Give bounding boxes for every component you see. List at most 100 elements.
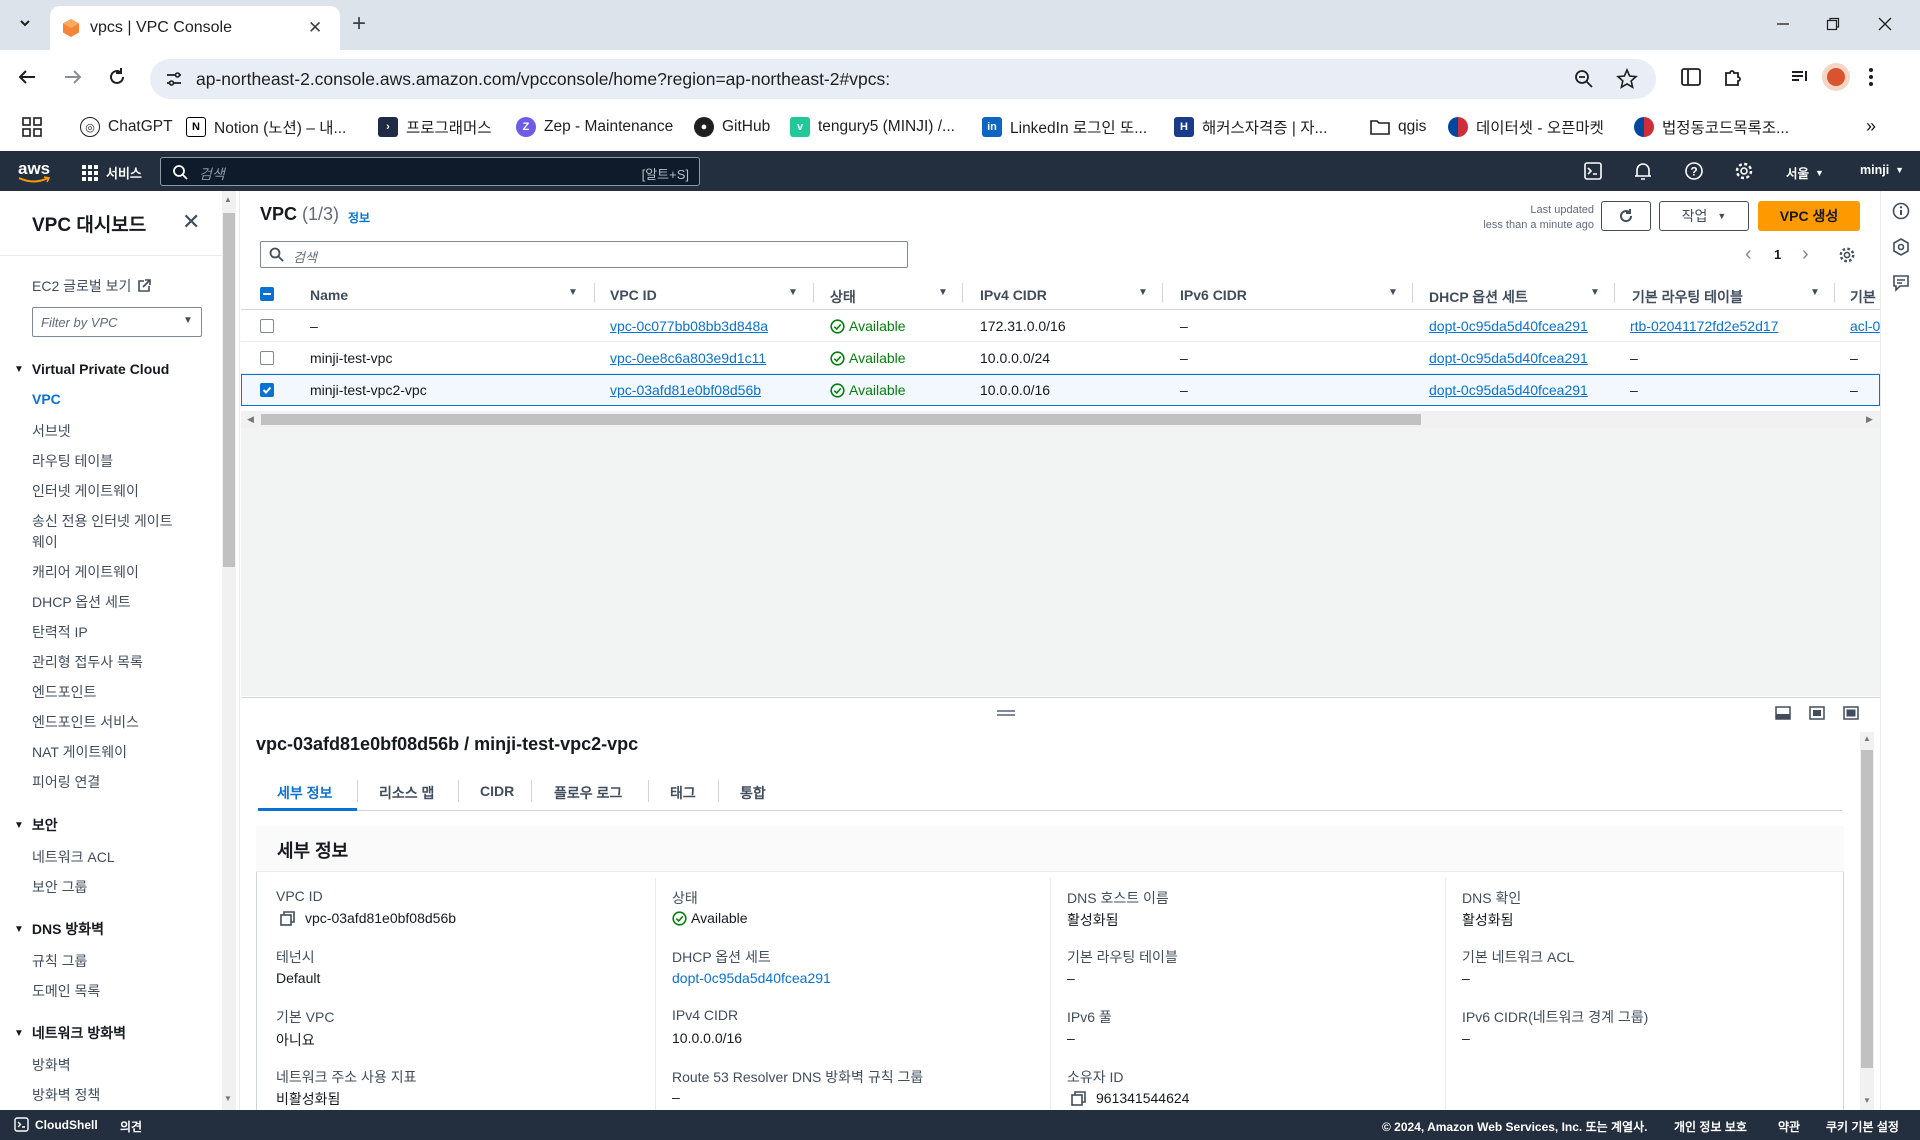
info-panel-icon[interactable]	[1892, 202, 1910, 220]
forward-button[interactable]	[62, 66, 84, 88]
row-checkbox[interactable]	[260, 319, 274, 333]
sidebar-item-carrier-gateways[interactable]: 캐리어 게이트웨이	[32, 562, 139, 582]
back-button[interactable]	[16, 66, 38, 88]
zoom-icon[interactable]	[1574, 69, 1594, 89]
prev-page-icon[interactable]: ‹	[1745, 243, 1752, 266]
sidebar-item-firewalls[interactable]: 방화벽	[32, 1055, 71, 1075]
sidebar-item-vpc[interactable]: VPC	[32, 391, 61, 407]
sidebar-item-dhcp-option-sets[interactable]: DHCP 옵션 세트	[32, 592, 131, 612]
scrollbar-thumb[interactable]	[223, 213, 235, 567]
column-header-state[interactable]: 상태	[830, 287, 856, 307]
sidebar-title[interactable]: VPC 대시보드	[32, 210, 146, 237]
privacy-link[interactable]: 개인 정보 보호	[1674, 1118, 1747, 1135]
scrollbar-thumb[interactable]	[1861, 750, 1873, 1068]
scrollbar-thumb[interactable]	[261, 414, 1421, 425]
settings-button[interactable]	[1734, 161, 1754, 181]
tab-cidrs[interactable]: CIDR	[480, 783, 514, 799]
panel-close-icon[interactable]	[1843, 706, 1859, 720]
aws-logo[interactable]: aws	[18, 159, 50, 184]
browser-tab-active[interactable]: vpcs | VPC Console ✕	[50, 6, 340, 50]
detail-scrollbar[interactable]: ▲ ▼	[1860, 732, 1874, 1110]
bookmark-velog[interactable]: v tengury5 (MINJI) /...	[790, 116, 955, 138]
row-checkbox-checked[interactable]	[260, 383, 274, 397]
row-checkbox[interactable]	[260, 351, 274, 365]
column-header-main-route-table[interactable]: 기본 라우팅 테이블	[1632, 287, 1743, 307]
sidebar-item-egress-only-igw-wrap[interactable]: 웨이	[32, 532, 58, 552]
tab-details[interactable]: 세부 정보	[277, 783, 332, 803]
sidebar-item-prefix-lists[interactable]: 관리형 접두사 목록	[32, 652, 143, 672]
profile-avatar[interactable]	[1822, 63, 1850, 91]
bookmark-star-icon[interactable]	[1616, 68, 1638, 90]
address-bar[interactable]: ap-northeast-2.console.aws.amazon.com/vp…	[150, 59, 1656, 99]
sidebar-item-peering[interactable]: 피어링 연결	[32, 772, 100, 792]
tab-integrations[interactable]: 통합	[740, 783, 766, 803]
services-menu[interactable]: 서비스	[82, 163, 142, 182]
tab-search-button[interactable]	[12, 10, 38, 36]
sidebar-item-internet-gateways[interactable]: 인터넷 게이트웨이	[32, 481, 139, 501]
panel-position-bottom-icon[interactable]	[1775, 706, 1791, 720]
cell-route-table-link[interactable]: rtb-02041172fd2e52d17	[1630, 318, 1778, 334]
bookmark-linkedin[interactable]: in LinkedIn 로그인 또...	[982, 116, 1147, 138]
close-icon[interactable]: ✕	[182, 209, 200, 235]
copy-icon[interactable]	[1071, 1090, 1086, 1106]
ec2-global-view-link[interactable]: EC2 글로벌 보기	[32, 276, 152, 296]
minimize-button[interactable]	[1760, 8, 1806, 40]
bookmark-hackers[interactable]: H 해커스자격증 | 자...	[1174, 116, 1327, 138]
column-header-ipv4-cidr[interactable]: IPv4 CIDR	[980, 287, 1047, 303]
section-dns-firewall[interactable]: ▼ DNS 방화벽	[14, 919, 104, 939]
scroll-up-icon[interactable]: ▲	[1863, 734, 1871, 743]
cell-vpc-id-link[interactable]: vpc-0ee8c6a803e9d1c11	[610, 350, 766, 366]
vpc-filter-select[interactable]: Filter by VPC ▼	[32, 307, 202, 337]
cookie-preferences-link[interactable]: 쿠키 기본 설정	[1826, 1118, 1899, 1135]
scroll-down-icon[interactable]: ▼	[1863, 1096, 1871, 1105]
bookmark-programmers[interactable]: › 프로그래머스	[378, 116, 492, 138]
browser-menu-button[interactable]	[1868, 66, 1874, 88]
cell-vpc-id-link[interactable]: vpc-0c077bb08bb3d848a	[610, 318, 768, 334]
info-link[interactable]: 정보	[348, 209, 370, 226]
sidebar-item-elastic-ips[interactable]: 탄력적 IP	[32, 622, 88, 642]
account-menu[interactable]: minji ▼	[1860, 163, 1904, 177]
bookmark-legal-code[interactable]: 법정동코드목록조...	[1634, 116, 1789, 138]
table-horizontal-scrollbar[interactable]: ◀ ▶	[241, 411, 1880, 428]
media-control-button[interactable]	[1790, 67, 1810, 87]
table-preferences-button[interactable]	[1838, 246, 1856, 264]
tab-resource-map[interactable]: 리소스 맵	[379, 783, 434, 803]
restore-button[interactable]	[1810, 8, 1856, 40]
notifications-button[interactable]	[1634, 161, 1652, 181]
reading-list-button[interactable]	[1680, 66, 1702, 88]
sidebar-item-endpoint-services[interactable]: 엔드포인트 서비스	[32, 712, 139, 732]
copy-icon[interactable]	[280, 910, 295, 926]
cloudshell-button[interactable]	[1584, 162, 1602, 180]
sidebar-item-endpoints[interactable]: 엔드포인트	[32, 682, 96, 702]
panel-position-side-icon[interactable]	[1809, 706, 1825, 720]
scroll-left-icon[interactable]: ◀	[247, 414, 254, 425]
close-window-button[interactable]	[1862, 8, 1908, 40]
bookmark-github[interactable]: ● GitHub	[694, 116, 770, 138]
sort-icon[interactable]: ▼	[938, 287, 948, 298]
new-tab-button[interactable]: +	[352, 10, 366, 38]
apps-grid-icon[interactable]	[22, 117, 42, 137]
column-header-dhcp[interactable]: DHCP 옵션 세트	[1429, 287, 1528, 307]
column-header-main-acl[interactable]: 기본	[1850, 287, 1876, 307]
bookmark-zep[interactable]: Z Zep - Maintenance	[516, 116, 673, 138]
scroll-up-icon[interactable]: ▲	[224, 195, 232, 204]
table-search-input[interactable]: 검색	[260, 241, 908, 268]
select-all-checkbox[interactable]	[260, 287, 274, 301]
field-value-dhcp-link[interactable]: dopt-0c95da5d40fcea291	[672, 970, 831, 986]
scroll-right-icon[interactable]: ▶	[1866, 414, 1873, 425]
sort-icon[interactable]: ▼	[788, 287, 798, 298]
sidebar-item-security-groups[interactable]: 보안 그룹	[32, 877, 87, 897]
sort-icon[interactable]: ▼	[1810, 287, 1820, 298]
refresh-button[interactable]	[1601, 201, 1651, 231]
actions-dropdown[interactable]: 작업 ▼	[1659, 201, 1749, 231]
column-header-ipv6-cidr[interactable]: IPv6 CIDR	[1180, 287, 1247, 303]
sort-icon[interactable]: ▼	[1138, 287, 1148, 298]
sort-icon[interactable]: ▼	[1590, 287, 1600, 298]
bookmark-chatgpt[interactable]: ◎ ChatGPT	[80, 116, 173, 138]
resize-handle-icon[interactable]	[997, 710, 1015, 716]
cell-vpc-id-link[interactable]: vpc-03afd81e0bf08d56b	[610, 382, 761, 398]
sort-icon[interactable]: ▼	[1388, 287, 1398, 298]
cloudshell-link[interactable]: CloudShell	[14, 1117, 98, 1132]
sidebar-item-nat-gateways[interactable]: NAT 게이트웨이	[32, 742, 127, 762]
scroll-down-icon[interactable]: ▼	[224, 1094, 232, 1103]
